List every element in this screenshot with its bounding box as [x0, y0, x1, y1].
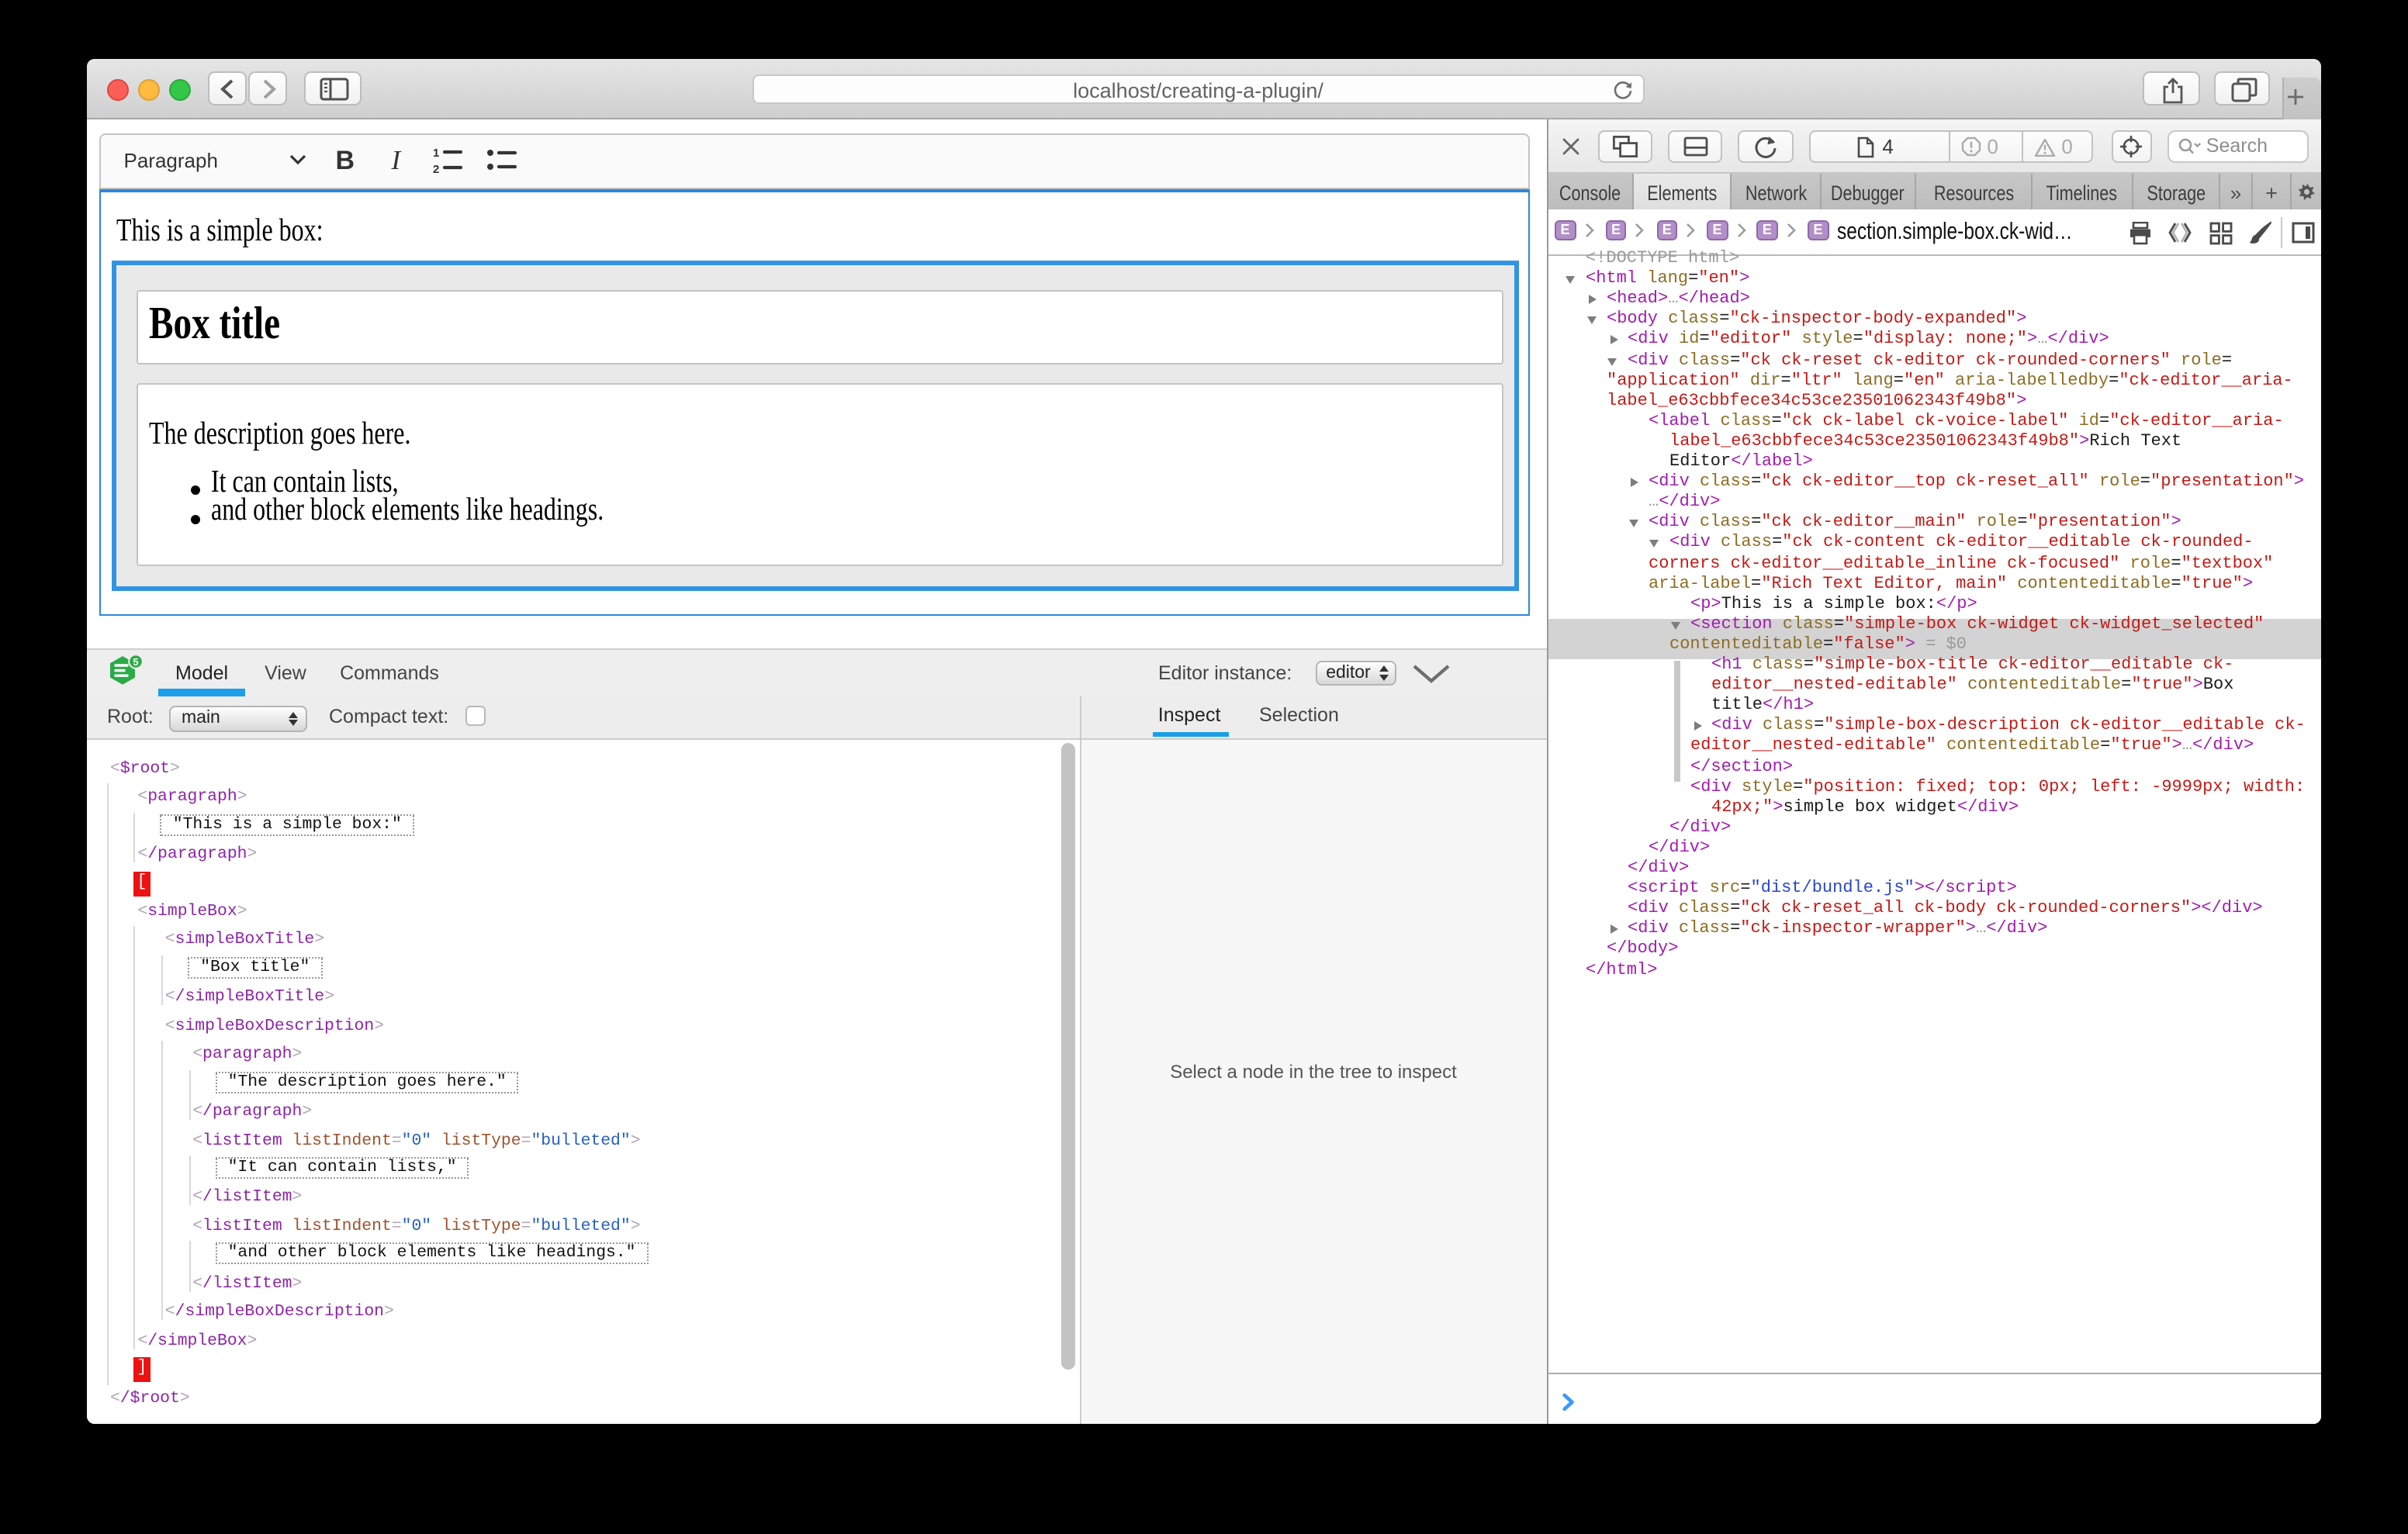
svg-text:1: 1 [434, 148, 440, 161]
svg-text:2: 2 [434, 164, 440, 174]
svg-text:5: 5 [132, 656, 137, 668]
